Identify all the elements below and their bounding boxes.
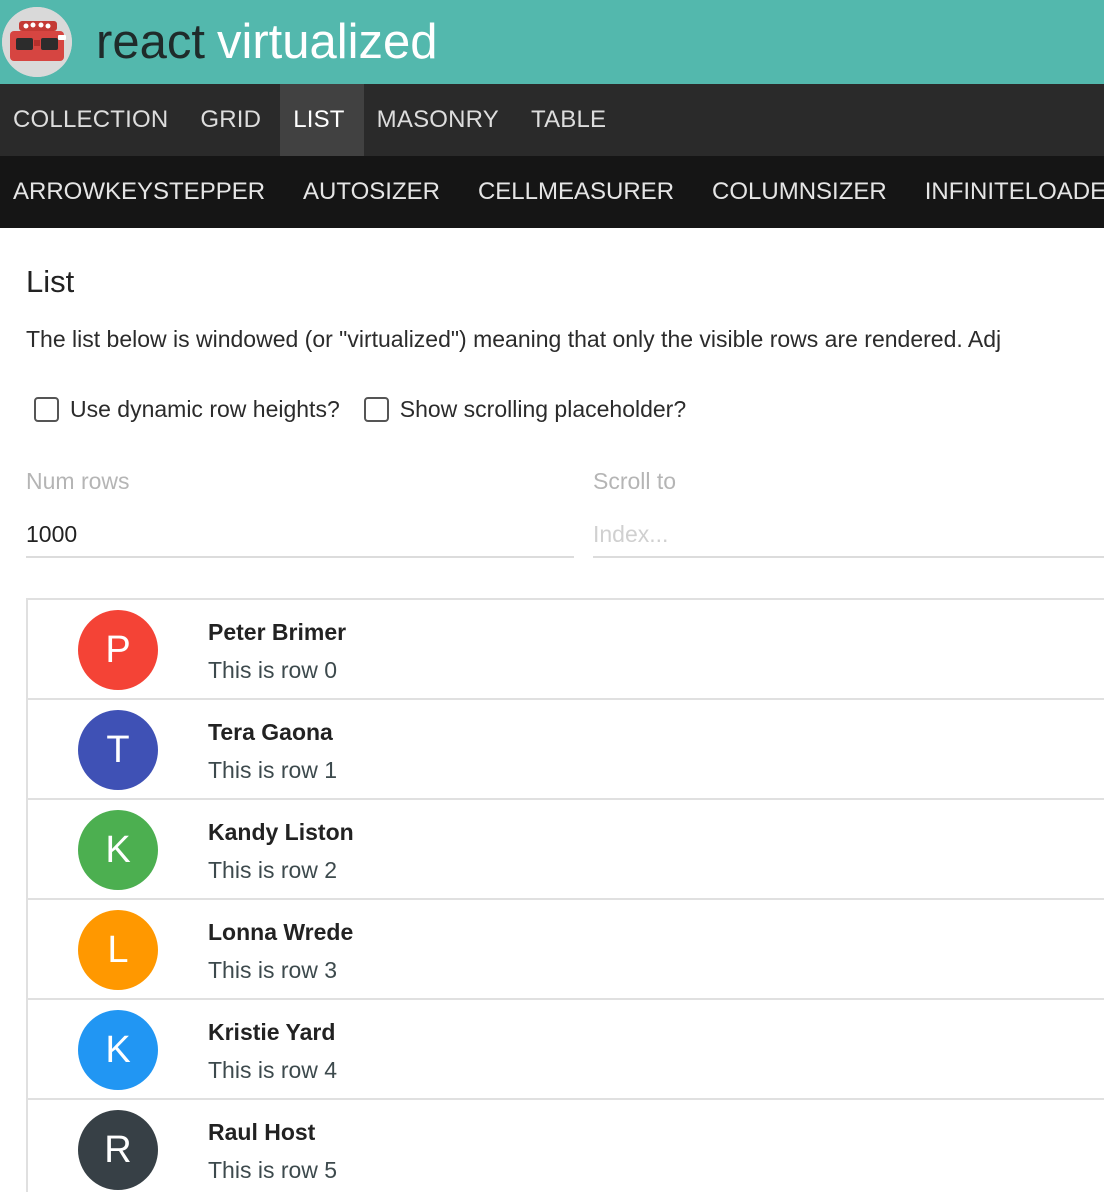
app-header: react virtualized xyxy=(0,0,1104,84)
page-title: List xyxy=(26,264,75,299)
row-subtitle: This is row 0 xyxy=(208,657,338,683)
list-row[interactable]: T Tera Gaona This is row 1 xyxy=(28,700,1104,800)
nav-tab-grid[interactable]: GRID xyxy=(187,84,280,156)
nav-link-autosizer[interactable]: AUTOSIZER xyxy=(284,178,459,206)
scroll-to-input[interactable] xyxy=(593,508,1104,558)
avatar: R xyxy=(78,1110,158,1190)
list-row[interactable]: P Peter Brimer This is row 0 xyxy=(28,600,1104,700)
nav-link-columnsizer[interactable]: COLUMNSIZER xyxy=(693,178,906,206)
row-name: Lonna Wrede xyxy=(208,919,354,945)
app-title-virtualized: virtualized xyxy=(216,15,438,69)
secondary-nav: ARROWKEYSTEPPER AUTOSIZER CELLMEASURER C… xyxy=(0,156,1104,228)
list-row[interactable]: K Kandy Liston This is row 2 xyxy=(28,800,1104,900)
row-subtitle: This is row 4 xyxy=(208,1057,338,1083)
app-title-react: react xyxy=(96,15,205,69)
list-row[interactable]: K Kristie Yard This is row 4 xyxy=(28,1000,1104,1100)
row-subtitle: This is row 1 xyxy=(208,757,338,783)
row-subtitle: This is row 3 xyxy=(208,957,338,983)
app-title: react virtualized xyxy=(96,12,438,72)
virtualized-list[interactable]: P Peter Brimer This is row 0 T Tera Gaon… xyxy=(26,598,1104,1192)
num-rows-input[interactable] xyxy=(26,508,574,558)
nav-tab-masonry[interactable]: MASONRY xyxy=(364,84,518,156)
row-name: Raul Host xyxy=(208,1119,316,1145)
row-subtitle: This is row 2 xyxy=(208,857,338,883)
scrolling-placeholder-option[interactable]: Show scrolling placeholder? xyxy=(363,396,687,423)
nav-link-cellmeasurer[interactable]: CELLMEASURER xyxy=(459,178,693,206)
dynamic-row-heights-checkbox[interactable] xyxy=(34,397,59,422)
page-description: The list below is windowed (or "virtuali… xyxy=(26,326,1002,352)
nav-tab-list[interactable]: LIST xyxy=(280,84,364,156)
row-name: Tera Gaona xyxy=(208,719,333,745)
avatar: L xyxy=(78,910,158,990)
avatar: P xyxy=(78,610,158,690)
scrolling-placeholder-checkbox[interactable] xyxy=(363,397,389,422)
list-row[interactable]: R Raul Host This is row 5 xyxy=(28,1100,1104,1192)
dynamic-row-heights-option[interactable]: Use dynamic row heights? xyxy=(34,396,340,423)
row-name: Peter Brimer xyxy=(208,619,347,645)
avatar: K xyxy=(78,1010,158,1090)
nav-tab-table[interactable]: TABLE xyxy=(518,84,625,156)
row-name: Kandy Liston xyxy=(208,819,354,845)
avatar: K xyxy=(78,810,158,890)
primary-nav: COLLECTION GRID LIST MASONRY TABLE xyxy=(0,84,1104,156)
avatar: T xyxy=(78,710,158,790)
list-row[interactable]: L Lonna Wrede This is row 3 xyxy=(28,900,1104,1000)
num-rows-label: Num rows xyxy=(26,468,130,494)
options-row: Use dynamic row heights? Show scrolling … xyxy=(34,396,710,423)
row-subtitle: This is row 5 xyxy=(208,1157,338,1183)
row-name: Kristie Yard xyxy=(208,1019,336,1045)
viewmaster-logo-icon[interactable] xyxy=(2,7,72,77)
scroll-to-label: Scroll to xyxy=(593,468,677,494)
nav-tab-collection[interactable]: COLLECTION xyxy=(0,84,187,156)
scrolling-placeholder-label: Show scrolling placeholder? xyxy=(399,396,687,422)
nav-link-arrowkeystepper[interactable]: ARROWKEYSTEPPER xyxy=(0,178,284,206)
nav-link-infiniteloader[interactable]: INFINITELOADER xyxy=(906,178,1104,206)
dynamic-row-heights-label: Use dynamic row heights? xyxy=(70,396,340,422)
